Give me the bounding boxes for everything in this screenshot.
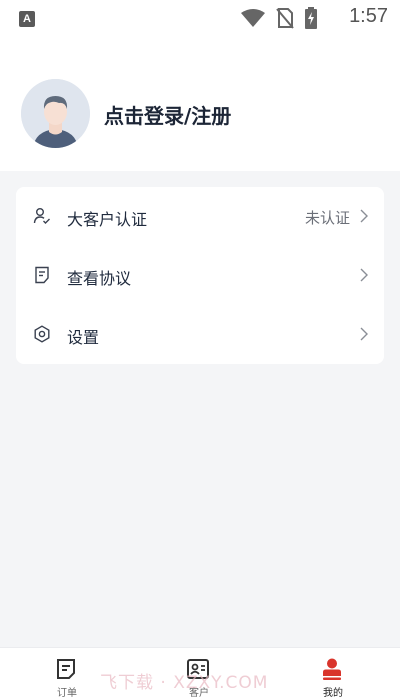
avatar[interactable] [21, 79, 90, 148]
tab-label: 我的 [323, 688, 343, 699]
menu-card: 大客户认证 未认证 查看协议 设置 [16, 187, 384, 364]
menu-item-view-agreement[interactable]: 查看协议 [16, 246, 384, 305]
wifi-icon [241, 9, 265, 27]
watermark: 飞下载 · XZXY.COM [100, 673, 269, 693]
verification-status: 未认证 [304, 209, 350, 227]
menu-item-label: 大客户认证 [67, 210, 148, 229]
default-avatar-icon [21, 79, 90, 148]
tab-orders[interactable]: 订单 [27, 648, 107, 700]
settings-hexagon-icon [34, 325, 50, 343]
profile-person-icon [323, 658, 341, 680]
user-check-icon [33, 208, 50, 224]
tab-mine[interactable]: 我的 [293, 648, 373, 700]
menu-item-label: 设置 [67, 328, 100, 347]
chevron-right-icon [360, 209, 368, 223]
chevron-right-icon [360, 327, 368, 341]
app-notification-icon: A [19, 11, 35, 27]
status-bar: A 1:57 [0, 0, 400, 36]
profile-header[interactable]: 点击登录/注册 [0, 36, 400, 171]
tab-label: 订单 [57, 688, 77, 699]
chevron-right-icon [360, 268, 368, 282]
battery-charging-icon [305, 7, 317, 29]
menu-item-label: 查看协议 [67, 269, 132, 288]
status-icons [240, 7, 318, 29]
order-icon [57, 659, 75, 679]
menu-item-key-account-verification[interactable]: 大客户认证 未认证 [16, 187, 384, 246]
login-register-link[interactable]: 点击登录/注册 [104, 100, 231, 129]
menu-item-settings[interactable]: 设置 [16, 305, 384, 364]
document-icon [35, 266, 49, 284]
no-sim-icon [276, 8, 294, 29]
status-time: 1:57 [349, 5, 388, 27]
